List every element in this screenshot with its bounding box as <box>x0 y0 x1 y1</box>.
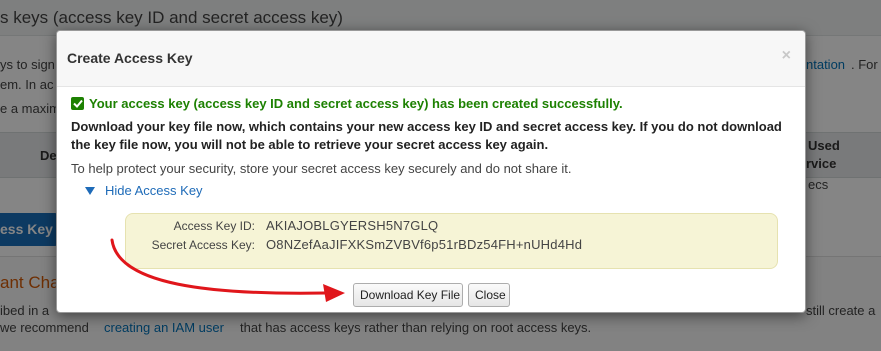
access-key-details: Access Key ID: AKIAJOBLGYERSH5N7GLQ Secr… <box>125 213 778 269</box>
access-key-id-value: AKIAJOBLGYERSH5N7GLQ <box>266 218 439 233</box>
hide-access-key-toggle[interactable]: Hide Access Key <box>85 183 203 198</box>
hide-access-key-label: Hide Access Key <box>105 183 203 198</box>
protect-message: To help protect your security, store you… <box>71 161 572 176</box>
dialog-header: Create Access Key × <box>57 31 805 87</box>
checkmark-icon <box>71 97 84 110</box>
dialog-close-icon[interactable]: × <box>782 47 791 65</box>
secret-access-key-value: O8NZefAaJIFXKSmZVBVf6p51rBDz54FH+nUHd4Hd <box>266 237 583 252</box>
success-message-row: Your access key (access key ID and secre… <box>71 95 623 112</box>
close-button[interactable]: Close <box>468 283 510 307</box>
create-access-key-dialog: Create Access Key × Your access key (acc… <box>56 30 806 313</box>
secret-access-key-label: Secret Access Key: <box>151 238 255 252</box>
download-warning: Download your key file now, which contai… <box>71 119 782 152</box>
download-key-file-button[interactable]: Download Key File <box>353 283 463 307</box>
triangle-down-icon <box>85 186 95 195</box>
access-key-id-label: Access Key ID: <box>173 219 255 233</box>
dialog-title: Create Access Key <box>67 50 193 66</box>
success-message: Your access key (access key ID and secre… <box>89 96 623 111</box>
